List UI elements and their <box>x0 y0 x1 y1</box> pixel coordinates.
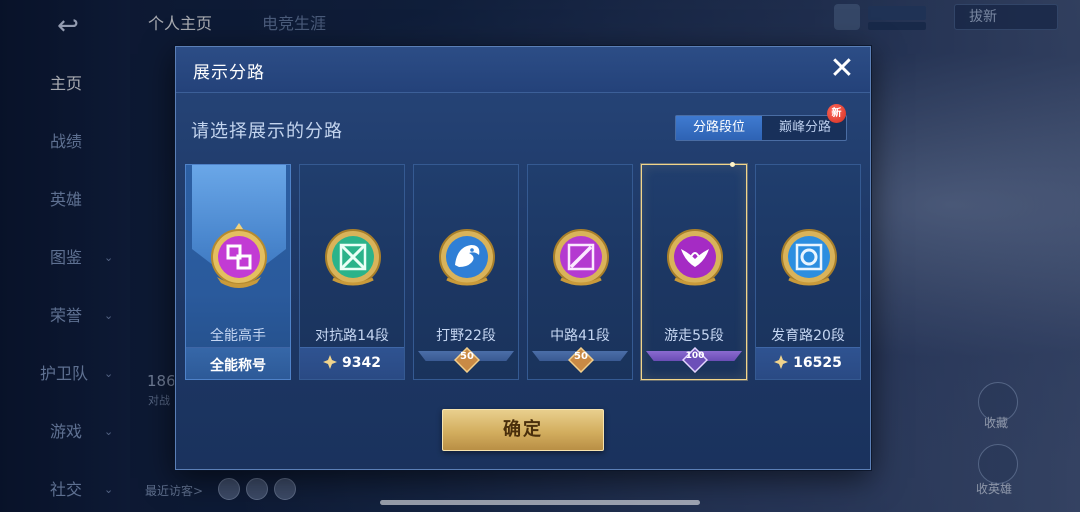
rank-badge-value: 50 <box>460 351 474 362</box>
wings-icon <box>667 229 723 286</box>
lane-footer: 50 <box>528 346 632 379</box>
lane-label: 打野22段 <box>436 328 496 344</box>
lane-mode-toggle: 分路段位 巅峰分路 新 <box>675 104 847 141</box>
lane-score-value: 16525 <box>793 355 842 371</box>
lane-display-dialog: 展示分路 ✕ 请选择展示的分路 分路段位 巅峰分路 新 全能高手 全能称号 对抗… <box>175 46 871 470</box>
confirm-button[interactable]: 确定 <box>442 409 604 451</box>
lane-footer-text: 全能称号 <box>210 358 266 374</box>
lane-card-roam[interactable]: 游走55段 100 <box>641 162 747 380</box>
lane-label: 发育路20段 <box>771 328 845 344</box>
lane-footer: 16525 <box>756 347 860 379</box>
lane-card-jungle[interactable]: 打野22段 50 <box>413 164 519 380</box>
dragon-icon <box>439 229 495 286</box>
home-indicator[interactable] <box>380 500 700 505</box>
lane-card-allround[interactable]: 全能高手 全能称号 <box>185 164 291 380</box>
lane-label: 对抗路14段 <box>315 328 389 344</box>
dialog-prompt: 请选择展示的分路 <box>191 121 343 142</box>
rank-badge: 50 <box>567 346 595 374</box>
lane-card-mid[interactable]: 中路41段 50 <box>527 164 633 380</box>
score-icon <box>323 355 338 369</box>
lane-label: 游走55段 <box>664 328 724 344</box>
lane-card-farm[interactable]: 发育路20段 16525 <box>755 164 861 380</box>
squares-icon <box>211 223 267 288</box>
tab-lane-rank[interactable]: 分路段位 <box>676 116 762 140</box>
rank-badge-value: 100 <box>685 351 705 361</box>
dialog-title: 展示分路 <box>193 63 265 83</box>
slash-icon <box>553 229 609 286</box>
lane-footer: 全能称号 <box>186 347 290 379</box>
lane-footer: 9342 <box>300 347 404 379</box>
lane-score-value: 9342 <box>342 355 381 371</box>
score-icon <box>774 355 789 369</box>
target-icon <box>781 229 837 286</box>
selection-marker <box>730 162 735 167</box>
lane-footer: 50 <box>414 346 518 379</box>
lane-score: 9342 <box>300 355 404 371</box>
lane-label: 全能高手 <box>210 328 266 344</box>
new-badge: 新 <box>827 104 846 123</box>
rank-badge-value: 50 <box>574 351 588 362</box>
rank-badge: 50 <box>453 346 481 374</box>
swords-icon <box>325 229 381 286</box>
close-icon[interactable]: ✕ <box>826 54 858 86</box>
lane-label: 中路41段 <box>550 328 610 344</box>
lane-footer: 100 <box>642 346 746 379</box>
lane-score: 16525 <box>756 355 860 371</box>
rank-badge: 100 <box>681 346 709 374</box>
lane-card-clash[interactable]: 对抗路14段 9342 <box>299 164 405 380</box>
dialog-header: 展示分路 ✕ <box>176 47 870 93</box>
